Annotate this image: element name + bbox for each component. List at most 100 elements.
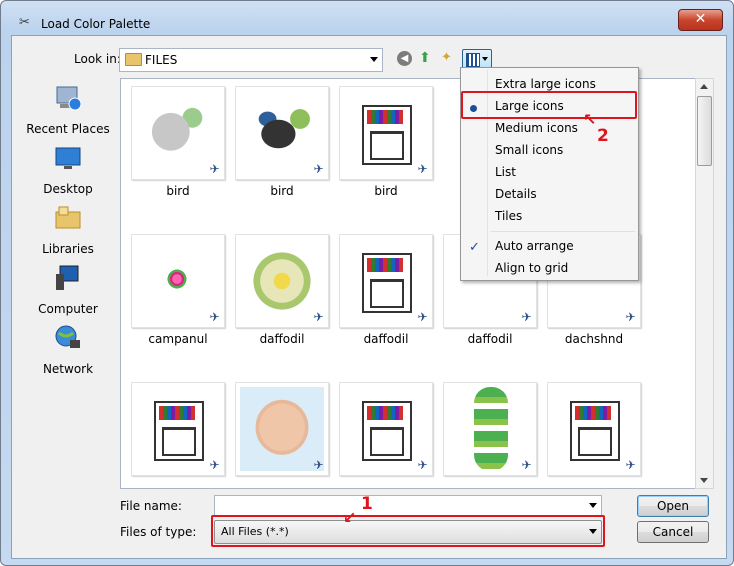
palette-document-icon: [362, 253, 412, 313]
file-name: daffodil: [259, 332, 305, 346]
palette-document-icon: [362, 401, 412, 461]
hummingbird-badge-icon: ✈: [417, 162, 428, 176]
annotation-arrow-two-icon: ↖: [583, 110, 597, 129]
file-name: campanul: [148, 332, 208, 346]
file-thumbnail: ✈: [235, 234, 329, 328]
chevron-down-icon: [482, 57, 488, 61]
filename-label: File name:: [120, 499, 182, 513]
bird-thumbnail-image: [246, 101, 318, 161]
place-recent-places[interactable]: Recent Places: [18, 84, 118, 140]
place-label: Libraries: [42, 242, 94, 256]
place-libraries[interactable]: Libraries: [18, 204, 118, 260]
vertical-scrollbar[interactable]: [695, 78, 714, 489]
annotation-arrow-one-icon: ↙: [343, 508, 357, 527]
place-network[interactable]: Network: [18, 324, 118, 380]
scroll-thumb[interactable]: [697, 96, 712, 166]
menu-item-small-icons[interactable]: Small icons: [495, 143, 563, 157]
cancel-button[interactable]: Cancel: [637, 521, 709, 543]
annotation-highlight-filetype: [211, 515, 605, 547]
menu-item-details[interactable]: Details: [495, 187, 537, 201]
file-thumbnail: ✈: [443, 382, 537, 476]
place-label: Recent Places: [26, 122, 110, 136]
file-item[interactable]: ✈: [123, 377, 225, 488]
hummingbird-badge-icon: ✈: [417, 458, 428, 472]
menu-item-medium-icons[interactable]: Medium icons: [495, 121, 578, 135]
file-item[interactable]: ✈ bird: [227, 81, 329, 221]
file-thumbnail: ✈: [339, 86, 433, 180]
new-folder-icon[interactable]: ✦: [441, 50, 457, 66]
place-computer[interactable]: Computer: [18, 264, 118, 320]
network-icon: [55, 325, 80, 348]
menu-item-list[interactable]: List: [495, 165, 516, 179]
hummingbird-badge-icon: ✈: [313, 310, 324, 324]
place-label: Desktop: [43, 182, 93, 196]
hummingbird-badge-icon: ✈: [417, 310, 428, 324]
checkmark-icon: ✓: [469, 240, 480, 255]
hummingbird-badge-icon: ✈: [313, 458, 324, 472]
file-item[interactable]: ✈: [435, 377, 537, 488]
filetype-label: Files of type:: [120, 525, 197, 539]
place-label: Network: [42, 362, 94, 376]
hummingbird-badge-icon: ✈: [521, 458, 532, 472]
file-name: dachshnd: [564, 332, 624, 346]
ivy-thumbnail-image: [474, 387, 508, 471]
hummingbird-badge-icon: ✈: [209, 458, 220, 472]
file-thumbnail: ✈: [131, 382, 225, 476]
file-name: bird: [166, 184, 190, 198]
computer-icon: [56, 265, 79, 290]
file-thumbnail: ✈: [339, 382, 433, 476]
palette-document-icon: [570, 401, 620, 461]
scroll-down-icon[interactable]: [700, 478, 708, 483]
lookin-label: Look in:: [74, 52, 121, 66]
menu-item-align-to-grid[interactable]: Align to grid: [495, 261, 568, 275]
daffodil-thumbnail-image: [242, 241, 322, 321]
place-label: Computer: [38, 302, 98, 316]
chevron-down-icon[interactable]: [589, 503, 597, 508]
folder-icon: [125, 53, 142, 66]
scroll-up-icon[interactable]: [700, 84, 708, 89]
close-button[interactable]: ✕: [678, 9, 723, 31]
palette-document-icon: [154, 401, 204, 461]
lookin-dropdown[interactable]: FILES: [119, 48, 383, 72]
file-item[interactable]: ✈ campanul: [123, 229, 225, 369]
hummingbird-badge-icon: ✈: [209, 310, 220, 324]
file-thumbnail: ✈: [339, 234, 433, 328]
file-thumbnail: ✈: [235, 86, 329, 180]
open-button[interactable]: Open: [637, 495, 709, 517]
file-item[interactable]: ✈ daffodil: [331, 229, 433, 369]
place-desktop[interactable]: Desktop: [18, 144, 118, 200]
chevron-down-icon[interactable]: [370, 57, 378, 62]
libraries-icon: [55, 206, 81, 229]
up-folder-icon[interactable]: ⬆: [419, 50, 435, 66]
file-item[interactable]: ✈ bird: [123, 81, 225, 221]
file-item[interactable]: ✈ bird: [331, 81, 433, 221]
file-name: bird: [270, 184, 294, 198]
recent-places-icon: [56, 86, 82, 111]
annotation-number-one: 1: [361, 494, 373, 514]
hummingbird-badge-icon: ✈: [625, 310, 636, 324]
hummingbird-badge-icon: ✈: [625, 458, 636, 472]
back-arrow-icon[interactable]: ◀: [397, 51, 412, 66]
file-item[interactable]: ✈: [227, 377, 329, 488]
file-name: daffodil: [363, 332, 409, 346]
file-name: daffodil: [467, 332, 513, 346]
file-item[interactable]: ✈ daffodil: [227, 229, 329, 369]
filename-input[interactable]: [214, 495, 602, 517]
file-name: bird: [374, 184, 398, 198]
file-thumbnail: ✈: [235, 382, 329, 476]
menu-item-extra-large-icons[interactable]: Extra large icons: [495, 77, 596, 91]
file-item[interactable]: ✈: [539, 377, 641, 488]
menu-item-tiles[interactable]: Tiles: [495, 209, 522, 223]
hummingbird-badge-icon: ✈: [313, 162, 324, 176]
file-thumbnail: ✈: [547, 382, 641, 476]
file-item[interactable]: ✈: [331, 377, 433, 488]
file-thumbnail: ✈: [131, 234, 225, 328]
hummingbird-badge-icon: ✈: [209, 162, 220, 176]
menu-separator: [491, 231, 635, 232]
palette-document-icon: [362, 105, 412, 165]
app-icon: ✂: [19, 15, 30, 30]
menu-item-auto-arrange[interactable]: Auto arrange: [495, 239, 574, 253]
annotation-highlight-large-icons: [461, 91, 637, 119]
file-thumbnail: ✈: [131, 86, 225, 180]
lookin-value: FILES: [145, 53, 178, 67]
